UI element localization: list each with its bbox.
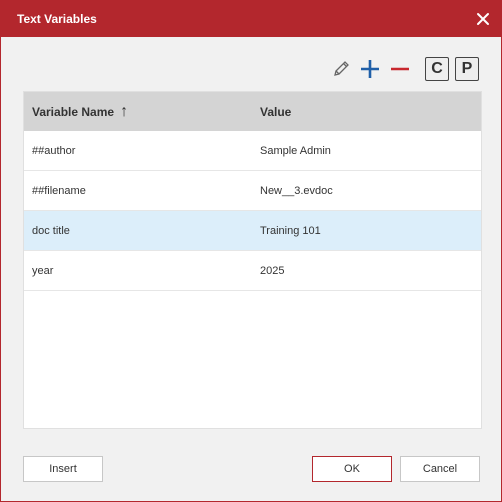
close-button[interactable] (471, 7, 495, 31)
table-row[interactable]: ##filename New__3.evdoc (24, 171, 481, 211)
insert-button[interactable]: Insert (23, 456, 103, 482)
dialog-title: Text Variables (17, 12, 97, 26)
cancel-button[interactable]: Cancel (400, 456, 480, 482)
minus-icon (391, 67, 409, 71)
table-row[interactable]: year 2025 (24, 251, 481, 291)
close-icon (477, 13, 489, 25)
table-row[interactable]: ##author Sample Admin (24, 131, 481, 171)
column-header-value-label: Value (260, 104, 292, 119)
pencil-icon (334, 61, 349, 76)
cell-value: New__3.evdoc (260, 184, 333, 197)
c-button[interactable]: C (425, 57, 449, 81)
column-header-variable-name[interactable]: Variable Name ↑ (32, 103, 128, 121)
ok-button[interactable]: OK (312, 456, 392, 482)
variables-table: Variable Name ↑ Value ##author Sample Ad… (23, 91, 482, 429)
cell-variable-name: ##author (32, 144, 76, 157)
sort-ascending-icon: ↑ (120, 102, 129, 120)
column-header-value[interactable]: Value (260, 105, 291, 119)
cell-value: Training 101 (260, 224, 321, 237)
table-row-selected[interactable]: doc title Training 101 (24, 211, 481, 251)
cell-variable-name: year (32, 264, 54, 277)
p-button[interactable]: P (455, 57, 479, 81)
add-variable-button[interactable] (358, 57, 382, 81)
cell-value: 2025 (260, 264, 285, 277)
text-variables-dialog: Text Variables C P Variable Name ↑ Value… (0, 0, 502, 502)
cell-value: Sample Admin (260, 144, 331, 157)
cell-variable-name: doc title (32, 224, 70, 237)
cell-variable-name: ##filename (32, 184, 86, 197)
edit-button[interactable] (329, 57, 353, 81)
toolbar: C P (1, 57, 501, 83)
table-header: Variable Name ↑ Value (24, 92, 481, 131)
column-header-variable-name-label: Variable Name (32, 104, 115, 119)
plus-icon (361, 60, 379, 78)
remove-variable-button[interactable] (388, 57, 412, 81)
title-bar: Text Variables (1, 1, 501, 37)
